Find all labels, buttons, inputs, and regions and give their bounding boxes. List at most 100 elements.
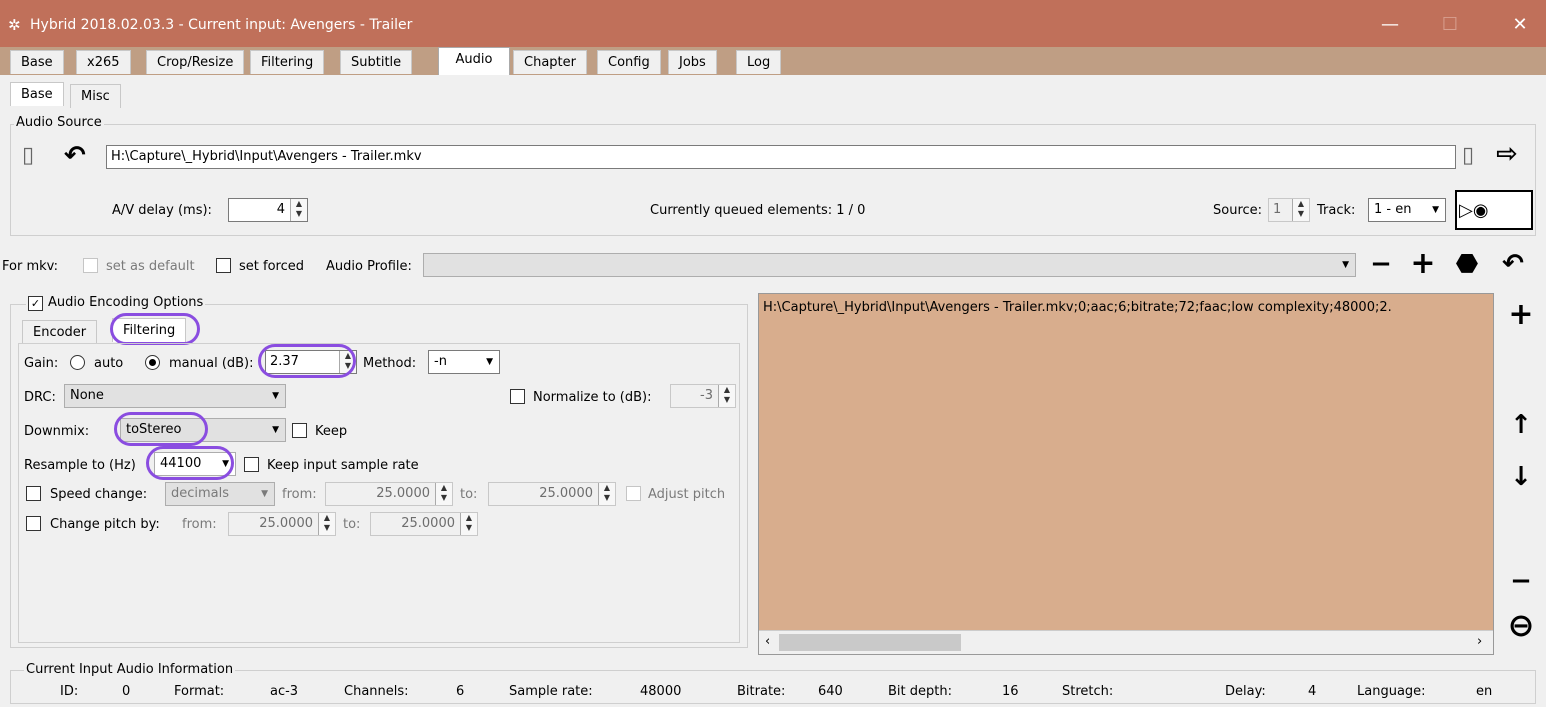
- set-default-label: set as default: [106, 259, 195, 274]
- set-forced-checkbox[interactable]: [216, 258, 231, 273]
- set-default-checkbox[interactable]: [83, 258, 98, 273]
- arrow-right-icon[interactable]: ⇨: [1496, 141, 1518, 167]
- speed-change-label: Speed change:: [50, 487, 148, 502]
- info-id-label: ID:: [60, 684, 79, 699]
- normalize-checkbox[interactable]: [510, 389, 525, 404]
- for-mkv-label: For mkv:: [2, 259, 58, 274]
- gain-auto-radio[interactable]: [70, 355, 85, 370]
- track-value: 1 - en: [1374, 202, 1412, 217]
- gain-label: Gain:: [24, 356, 59, 371]
- normalize-label: Normalize to (dB):: [533, 390, 652, 405]
- maximize-button[interactable]: ☐: [1430, 10, 1470, 40]
- subtab-misc[interactable]: Misc: [70, 84, 121, 108]
- keep-rate-checkbox[interactable]: [244, 457, 259, 472]
- set-forced-label: set forced: [239, 259, 304, 274]
- spin-arrows-icon[interactable]: ▲ ▼: [435, 483, 452, 505]
- output-file-icon[interactable]: ▯: [1462, 143, 1474, 169]
- pitch-to-input[interactable]: 25.0000 ▲ ▼: [370, 512, 478, 536]
- reset-profile-icon[interactable]: ↶: [1496, 251, 1530, 277]
- method-value: -n: [434, 354, 447, 369]
- audio-queue-list[interactable]: H:\Capture\_Hybrid\Input\Avengers - Trai…: [758, 293, 1494, 655]
- move-up-icon[interactable]: ↑: [1506, 412, 1536, 438]
- tab-jobs[interactable]: Jobs: [668, 50, 717, 74]
- gain-manual-radio[interactable]: [145, 355, 160, 370]
- close-button[interactable]: ✕: [1500, 10, 1540, 40]
- source-label: Source:: [1213, 203, 1263, 218]
- save-profile-icon[interactable]: ⬣: [1450, 251, 1484, 277]
- preview-film-icon[interactable]: ▷◉: [1455, 190, 1533, 230]
- track-select[interactable]: 1 - en ▼: [1368, 198, 1446, 222]
- tab-chapter[interactable]: Chapter: [513, 50, 587, 74]
- audio-source-path[interactable]: H:\Capture\_Hybrid\Input\Avengers - Trai…: [106, 145, 1456, 169]
- window-title: Hybrid 2018.02.03.3 - Current input: Ave…: [30, 17, 413, 33]
- spin-arrows-icon[interactable]: ▲ ▼: [460, 513, 477, 535]
- tab-crop-resize[interactable]: Crop/Resize: [146, 50, 245, 74]
- speed-change-checkbox[interactable]: [26, 486, 41, 501]
- resample-label: Resample to (Hz): [24, 458, 136, 473]
- chevron-down-icon: ▼: [261, 489, 268, 499]
- speed-mode-select[interactable]: decimals ▼: [165, 482, 275, 506]
- tab-subtitle[interactable]: Subtitle: [340, 50, 413, 74]
- speed-to-input[interactable]: 25.0000 ▲ ▼: [488, 482, 616, 506]
- audio-info-title: Current Input Audio Information: [24, 662, 236, 677]
- add-queue-icon[interactable]: +: [1506, 300, 1536, 330]
- info-id-value: 0: [122, 684, 131, 699]
- pitch-from-input[interactable]: 25.0000 ▲ ▼: [228, 512, 336, 536]
- horizontal-scrollbar[interactable]: ‹ ›: [759, 630, 1493, 654]
- normalize-input[interactable]: -3 ▲ ▼: [670, 384, 736, 408]
- drc-select[interactable]: None ▼: [64, 384, 286, 408]
- remove-queue-icon[interactable]: −: [1506, 568, 1536, 594]
- audio-profile-label: Audio Profile:: [326, 259, 412, 274]
- info-stretch-label: Stretch:: [1062, 684, 1114, 699]
- info-language-value: en: [1476, 684, 1493, 699]
- spin-arrows-icon[interactable]: ▲ ▼: [290, 199, 307, 221]
- gain-highlight: [258, 344, 356, 378]
- scroll-left-icon[interactable]: ‹: [765, 634, 770, 649]
- change-pitch-checkbox[interactable]: [26, 516, 41, 531]
- tab-encoder[interactable]: Encoder: [22, 320, 98, 344]
- method-select[interactable]: -n ▼: [428, 350, 500, 374]
- spin-arrows-icon[interactable]: ▲ ▼: [1292, 199, 1309, 221]
- tab-x265[interactable]: x265: [76, 50, 131, 74]
- tab-base[interactable]: Base: [10, 50, 64, 74]
- source-spinbox[interactable]: 1 ▲ ▼: [1268, 198, 1310, 222]
- spin-arrows-icon[interactable]: ▲ ▼: [598, 483, 615, 505]
- scroll-right-icon[interactable]: ›: [1477, 634, 1482, 649]
- info-language-label: Language:: [1357, 684, 1426, 699]
- remove-profile-icon[interactable]: −: [1366, 251, 1396, 277]
- filtering-tab-highlight: [110, 313, 200, 345]
- keep-downmix-label: Keep: [315, 424, 348, 439]
- spin-arrows-icon[interactable]: ▲ ▼: [318, 513, 335, 535]
- clear-queue-icon[interactable]: ⊖: [1502, 609, 1540, 641]
- move-down-icon[interactable]: ↓: [1506, 464, 1536, 490]
- eye-icon: ▷◉: [1459, 200, 1489, 221]
- info-format-label: Format:: [174, 684, 225, 699]
- pitch-to-label: to:: [343, 517, 361, 532]
- tab-config[interactable]: Config: [597, 50, 661, 74]
- adjust-pitch-checkbox[interactable]: [626, 486, 641, 501]
- audio-profile-select[interactable]: ▼: [423, 253, 1356, 277]
- av-delay-input[interactable]: 4 ▲ ▼: [228, 198, 308, 222]
- queue-item[interactable]: H:\Capture\_Hybrid\Input\Avengers - Trai…: [763, 300, 1491, 315]
- tab-log[interactable]: Log: [736, 50, 782, 74]
- scrollbar-thumb[interactable]: [779, 634, 961, 651]
- speed-to-value: 25.0000: [539, 486, 593, 501]
- tab-filtering[interactable]: Filtering: [250, 50, 325, 74]
- minimize-button[interactable]: —: [1370, 10, 1410, 40]
- subtab-base[interactable]: Base: [10, 82, 64, 106]
- open-file-icon[interactable]: ▯: [22, 143, 34, 169]
- chevron-down-icon: ▼: [486, 357, 493, 367]
- info-delay-label: Delay:: [1225, 684, 1266, 699]
- encoding-options-checkbox[interactable]: ✓: [28, 296, 43, 311]
- keep-downmix-checkbox[interactable]: [292, 423, 307, 438]
- drc-label: DRC:: [24, 390, 56, 405]
- speed-from-input[interactable]: 25.0000 ▲ ▼: [325, 482, 453, 506]
- chevron-down-icon: ▼: [272, 425, 279, 435]
- downmix-label: Downmix:: [24, 424, 90, 439]
- tab-audio[interactable]: Audio: [438, 47, 510, 75]
- speed-mode-value: decimals: [171, 486, 230, 501]
- add-profile-icon[interactable]: +: [1408, 249, 1438, 279]
- undo-icon[interactable]: ↶: [64, 143, 86, 169]
- spin-arrows-icon[interactable]: ▲ ▼: [718, 385, 735, 407]
- app-icon: ✲: [8, 16, 21, 34]
